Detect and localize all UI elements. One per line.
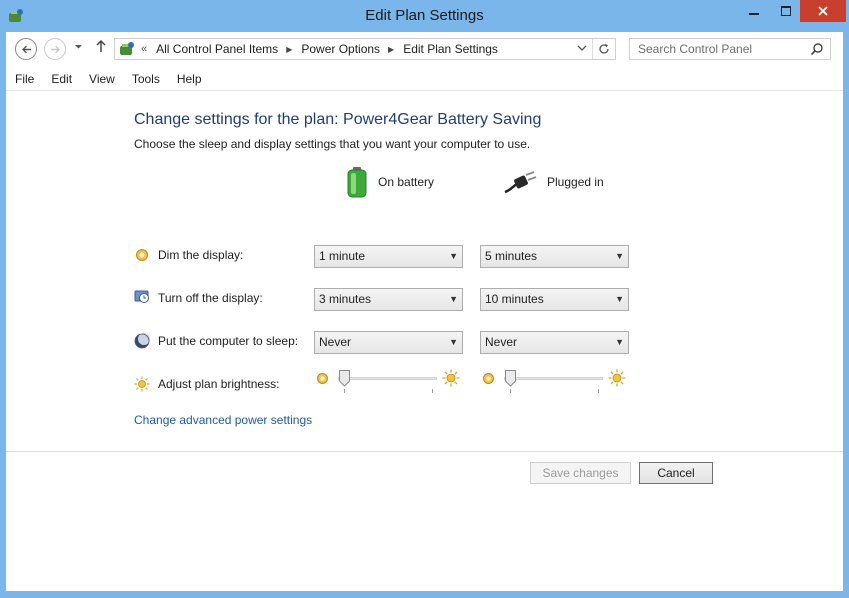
brightness-battery-slider[interactable] (316, 369, 466, 396)
breadcrumb-edit-plan-settings[interactable]: Edit Plan Settings (403, 42, 498, 56)
arrow-left-icon (21, 45, 31, 53)
slider-tick (344, 389, 345, 393)
title-bar: Edit Plan Settings (0, 0, 849, 32)
dim-display-label: Dim the display: (158, 248, 244, 262)
dim-display-icon (136, 249, 148, 261)
maximize-button[interactable] (770, 0, 802, 22)
breadcrumb-all-control-panel-items[interactable]: All Control Panel Items (156, 42, 278, 56)
plugged-in-label: Plugged in (547, 175, 604, 189)
power-plug-icon (504, 171, 537, 194)
window: Edit Plan Settings « All Control Panel I… (0, 0, 849, 598)
window-title: Edit Plan Settings (365, 7, 484, 24)
save-changes-button[interactable]: Save changes (530, 462, 631, 484)
cancel-button[interactable]: Cancel (639, 462, 713, 484)
chevron-down-icon (577, 45, 587, 51)
sleep-plugged-select[interactable]: Never ▼ (480, 331, 629, 354)
turn-off-display-battery-select[interactable]: 3 minutes ▼ (314, 288, 463, 311)
brightness-label: Adjust plan brightness: (158, 377, 280, 391)
advanced-power-settings-link[interactable]: Change advanced power settings (134, 413, 312, 427)
arrow-right-icon (50, 45, 60, 53)
search-box[interactable] (629, 38, 831, 60)
recent-locations-button[interactable] (72, 42, 84, 54)
breadcrumb-power-options[interactable]: Power Options (301, 42, 380, 56)
menu-tools[interactable]: Tools (123, 68, 168, 90)
footer-divider (6, 451, 843, 452)
sleep-moon-icon (134, 333, 150, 349)
navigation-bar: « All Control Panel Items ▶ Power Option… (6, 32, 843, 66)
arrow-up-icon (96, 39, 106, 52)
search-icon[interactable] (810, 42, 824, 56)
chevron-down-icon: ▼ (615, 251, 624, 261)
forward-button[interactable] (44, 38, 66, 60)
menu-view[interactable]: View (80, 68, 123, 90)
sleep-battery-select[interactable]: Never ▼ (314, 331, 463, 354)
turn-off-display-plugged-select[interactable]: 10 minutes ▼ (480, 288, 629, 311)
sleep-battery-value: Never (319, 335, 352, 349)
breadcrumb-overflow-icon[interactable]: « (141, 43, 147, 55)
turn-off-display-label: Turn off the display: (158, 291, 263, 305)
refresh-icon (599, 44, 609, 54)
chevron-down-icon: ▼ (615, 294, 624, 304)
brightness-low-icon (317, 373, 328, 384)
control-panel-icon (120, 42, 134, 55)
minimize-button[interactable] (738, 0, 770, 22)
sleep-label: Put the computer to sleep: (158, 334, 299, 348)
column-header-plugged-in: Plugged in (503, 165, 604, 199)
slider-tick (510, 389, 511, 393)
slider-track[interactable] (504, 377, 603, 380)
slider-tick (432, 389, 433, 393)
dim-display-battery-select[interactable]: 1 minute ▼ (314, 245, 463, 268)
refresh-button[interactable] (592, 39, 615, 59)
up-button[interactable] (93, 38, 109, 60)
address-dropdown-button[interactable] (577, 43, 589, 55)
slider-thumb[interactable] (339, 370, 350, 387)
menu-bar: File Edit View Tools Help (6, 68, 843, 90)
brightness-plugged-slider[interactable] (482, 369, 632, 396)
brightness-high-icon (442, 369, 460, 387)
dim-display-battery-value: 1 minute (319, 249, 366, 263)
turn-off-display-plugged-value: 10 minutes (485, 292, 544, 306)
turn-off-display-icon (134, 290, 149, 303)
on-battery-label: On battery (378, 175, 435, 189)
chevron-down-icon: ▼ (449, 294, 458, 304)
dim-display-plugged-select[interactable]: 5 minutes ▼ (480, 245, 629, 268)
page-title: Change settings for the plan: Power4Gear… (134, 111, 542, 128)
minimize-icon (749, 13, 759, 15)
chevron-down-icon: ▼ (449, 251, 458, 261)
brightness-high-icon (608, 369, 626, 387)
address-bar[interactable]: « All Control Panel Items ▶ Power Option… (114, 38, 616, 60)
brightness-low-icon (483, 373, 494, 384)
main-content: Change settings for the plan: Power4Gear… (6, 91, 843, 591)
maximize-icon (781, 6, 791, 16)
close-icon (818, 6, 828, 16)
chevron-down-icon (74, 45, 82, 49)
search-input[interactable] (630, 39, 822, 59)
brightness-sun-icon (134, 376, 150, 392)
slider-track[interactable] (338, 377, 437, 380)
chevron-down-icon: ▼ (615, 337, 624, 347)
chevron-down-icon: ▼ (449, 337, 458, 347)
sleep-plugged-value: Never (485, 335, 518, 349)
turn-off-display-battery-value: 3 minutes (319, 292, 372, 306)
back-button[interactable] (15, 38, 37, 60)
slider-tick (598, 389, 599, 393)
slider-thumb[interactable] (505, 370, 516, 387)
page-description: Choose the sleep and display settings th… (134, 137, 531, 151)
column-header-on-battery: On battery (346, 165, 434, 199)
client-area: « All Control Panel Items ▶ Power Option… (6, 32, 843, 591)
dim-display-plugged-value: 5 minutes (485, 249, 538, 263)
breadcrumb-separator-icon[interactable]: ▶ (388, 45, 394, 54)
menu-file[interactable]: File (6, 68, 42, 90)
breadcrumb-separator-icon[interactable]: ▶ (286, 45, 292, 54)
menu-help[interactable]: Help (168, 68, 210, 90)
close-button[interactable] (800, 0, 846, 22)
battery-icon (347, 167, 367, 198)
menu-edit[interactable]: Edit (42, 68, 80, 90)
